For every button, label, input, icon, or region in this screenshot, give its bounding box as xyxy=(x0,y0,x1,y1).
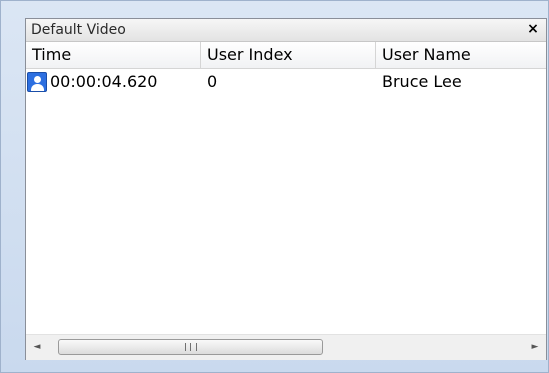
close-button[interactable]: × xyxy=(524,20,542,38)
column-header-time[interactable]: Time xyxy=(26,42,201,68)
scrollbar-grip-icon xyxy=(185,343,197,351)
scrollbar-thumb[interactable] xyxy=(58,339,323,355)
user-icon-head xyxy=(34,76,41,83)
user-icon-body xyxy=(31,84,44,91)
panel-title: Default Video xyxy=(31,22,126,38)
table-header: Time User Index User Name xyxy=(26,42,546,69)
default-video-panel: Default Video × Time User Index User Nam… xyxy=(25,18,547,360)
horizontal-scrollbar[interactable]: ◄ ► xyxy=(26,334,546,360)
cell-user-index: 0 xyxy=(207,72,218,91)
column-header-user-index[interactable]: User Index xyxy=(201,42,376,68)
table-row[interactable]: 00:00:04.620 0 Bruce Lee xyxy=(26,69,546,95)
panel-title-bar[interactable]: Default Video × xyxy=(26,19,546,42)
window-frame: Default Video × Time User Index User Nam… xyxy=(0,0,549,373)
scroll-left-arrow-icon[interactable]: ◄ xyxy=(26,335,48,360)
column-header-user-name[interactable]: User Name xyxy=(376,42,546,68)
user-icon xyxy=(27,72,47,92)
scroll-right-arrow-icon[interactable]: ► xyxy=(524,335,546,360)
cell-user-name: Bruce Lee xyxy=(382,72,462,91)
cell-time: 00:00:04.620 xyxy=(50,72,158,91)
